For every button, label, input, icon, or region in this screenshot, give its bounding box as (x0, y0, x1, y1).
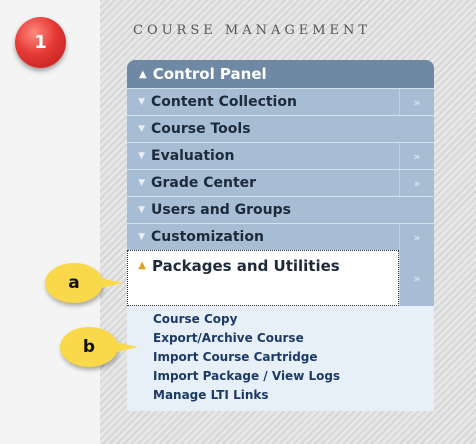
menu-item-course-tools[interactable]: ▼ Course Tools (127, 115, 434, 142)
chevron-down-icon: ▼ (138, 232, 145, 242)
menu-item-customization[interactable]: ▼ Customization » (127, 223, 434, 250)
step-badge: 1 (15, 17, 66, 68)
control-panel-label: Control Panel (152, 65, 267, 83)
chevron-up-icon: ▲ (139, 68, 147, 80)
section-title: COURSE MANAGEMENT (133, 23, 372, 38)
menu-item-users-and-groups[interactable]: ▼ Users and Groups (127, 196, 434, 223)
submenu-item-manage-lti-links[interactable]: Manage LTI Links (127, 386, 434, 405)
submenu-item-export-archive-course[interactable]: Export/Archive Course (127, 329, 434, 348)
packages-submenu: Course Copy Export/Archive Course Import… (127, 306, 434, 411)
menu-item-label: Course Tools (151, 121, 251, 137)
callout-a: a (45, 263, 123, 303)
menu-item-label: Customization (151, 229, 264, 245)
chevron-right-icon[interactable]: » (399, 224, 434, 250)
chevron-right-icon[interactable]: » (399, 143, 434, 169)
chevron-down-icon: ▼ (138, 124, 145, 134)
control-panel-header[interactable]: ▲ Control Panel (127, 60, 434, 88)
submenu-item-import-package-view-logs[interactable]: Import Package / View Logs (127, 367, 434, 386)
chevron-right-icon[interactable]: » (399, 89, 434, 115)
chevron-down-icon: ▼ (138, 97, 145, 107)
menu-item-label: Content Collection (151, 94, 297, 110)
chevron-down-icon: ▼ (138, 151, 145, 161)
chevron-right-icon[interactable]: » (399, 250, 434, 306)
active-item-focus: ▲ Packages and Utilities (127, 250, 399, 306)
submenu-item-course-copy[interactable]: Course Copy (127, 310, 434, 329)
chevron-down-icon: ▼ (138, 205, 145, 215)
menu-item-label: Grade Center (151, 175, 257, 191)
menu-item-label: Evaluation (151, 148, 235, 164)
chevron-down-icon: ▼ (138, 178, 145, 188)
menu-item-content-collection[interactable]: ▼ Content Collection » (127, 88, 434, 115)
chevron-right-icon[interactable]: » (399, 170, 434, 196)
left-margin (0, 0, 100, 444)
chevron-up-icon: ▲ (138, 260, 146, 271)
menu-item-label: Users and Groups (151, 202, 291, 218)
menu-item-packages-and-utilities[interactable]: ▲ Packages and Utilities » (127, 250, 434, 306)
callout-b: b (60, 327, 138, 367)
submenu-item-import-course-cartridge[interactable]: Import Course Cartridge (127, 348, 434, 367)
control-panel-menu: ▲ Control Panel ▼ Content Collection » ▼… (127, 60, 434, 411)
menu-item-label: Packages and Utilities (152, 257, 340, 275)
menu-item-grade-center[interactable]: ▼ Grade Center » (127, 169, 434, 196)
menu-item-evaluation[interactable]: ▼ Evaluation » (127, 142, 434, 169)
